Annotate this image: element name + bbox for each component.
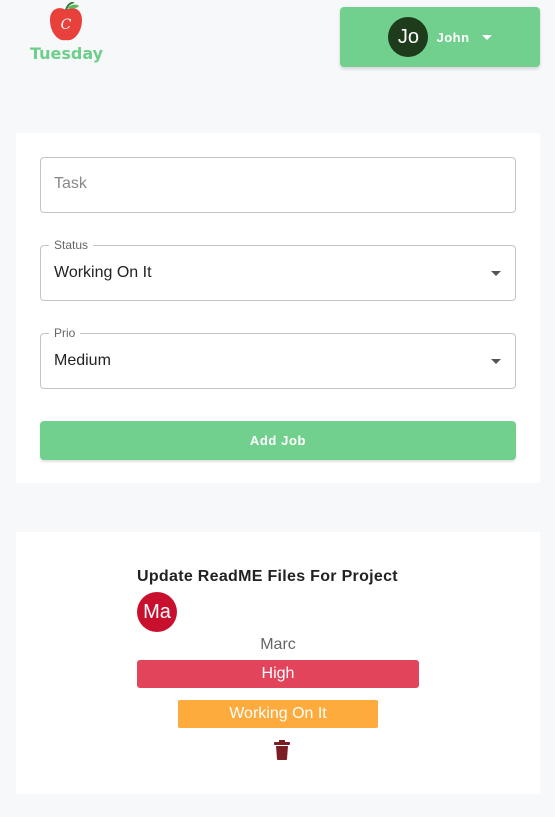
user-name: John: [436, 29, 470, 45]
app-logo[interactable]: C Tuesday: [30, 2, 104, 66]
chevron-down-icon: [491, 271, 501, 276]
chevron-down-icon: [491, 359, 501, 364]
user-avatar: Jo: [388, 17, 429, 57]
owner-name: Marc: [260, 636, 296, 653]
task-field: [40, 157, 516, 213]
prio-label: Prio: [49, 326, 81, 340]
prio-value: Medium: [54, 352, 111, 369]
apple-icon: C: [50, 2, 82, 41]
user-menu-button[interactable]: Jo John: [340, 7, 540, 67]
app-header: C Tuesday Jo John: [0, 0, 555, 80]
add-job-button[interactable]: Add Job: [40, 421, 516, 460]
chevron-down-icon: [481, 34, 492, 40]
task-input[interactable]: [41, 158, 494, 210]
owner-avatar: Ma: [137, 592, 177, 632]
priority-badge[interactable]: High: [137, 660, 419, 688]
logo-text: Tuesday: [30, 44, 104, 63]
status-badge[interactable]: Working On It: [178, 700, 378, 728]
job-card: Update ReadME Files For Project Ma Marc …: [16, 532, 540, 794]
trash-icon[interactable]: [274, 740, 290, 760]
status-value: Working On It: [54, 264, 152, 281]
svg-text:C: C: [61, 17, 72, 33]
job-title: Update ReadME Files For Project: [137, 568, 398, 585]
add-job-form: Status Working On It Prio Medium Add Job: [16, 133, 540, 483]
status-select[interactable]: Status Working On It: [40, 238, 516, 301]
status-label: Status: [49, 238, 94, 252]
prio-select[interactable]: Prio Medium: [40, 326, 516, 389]
